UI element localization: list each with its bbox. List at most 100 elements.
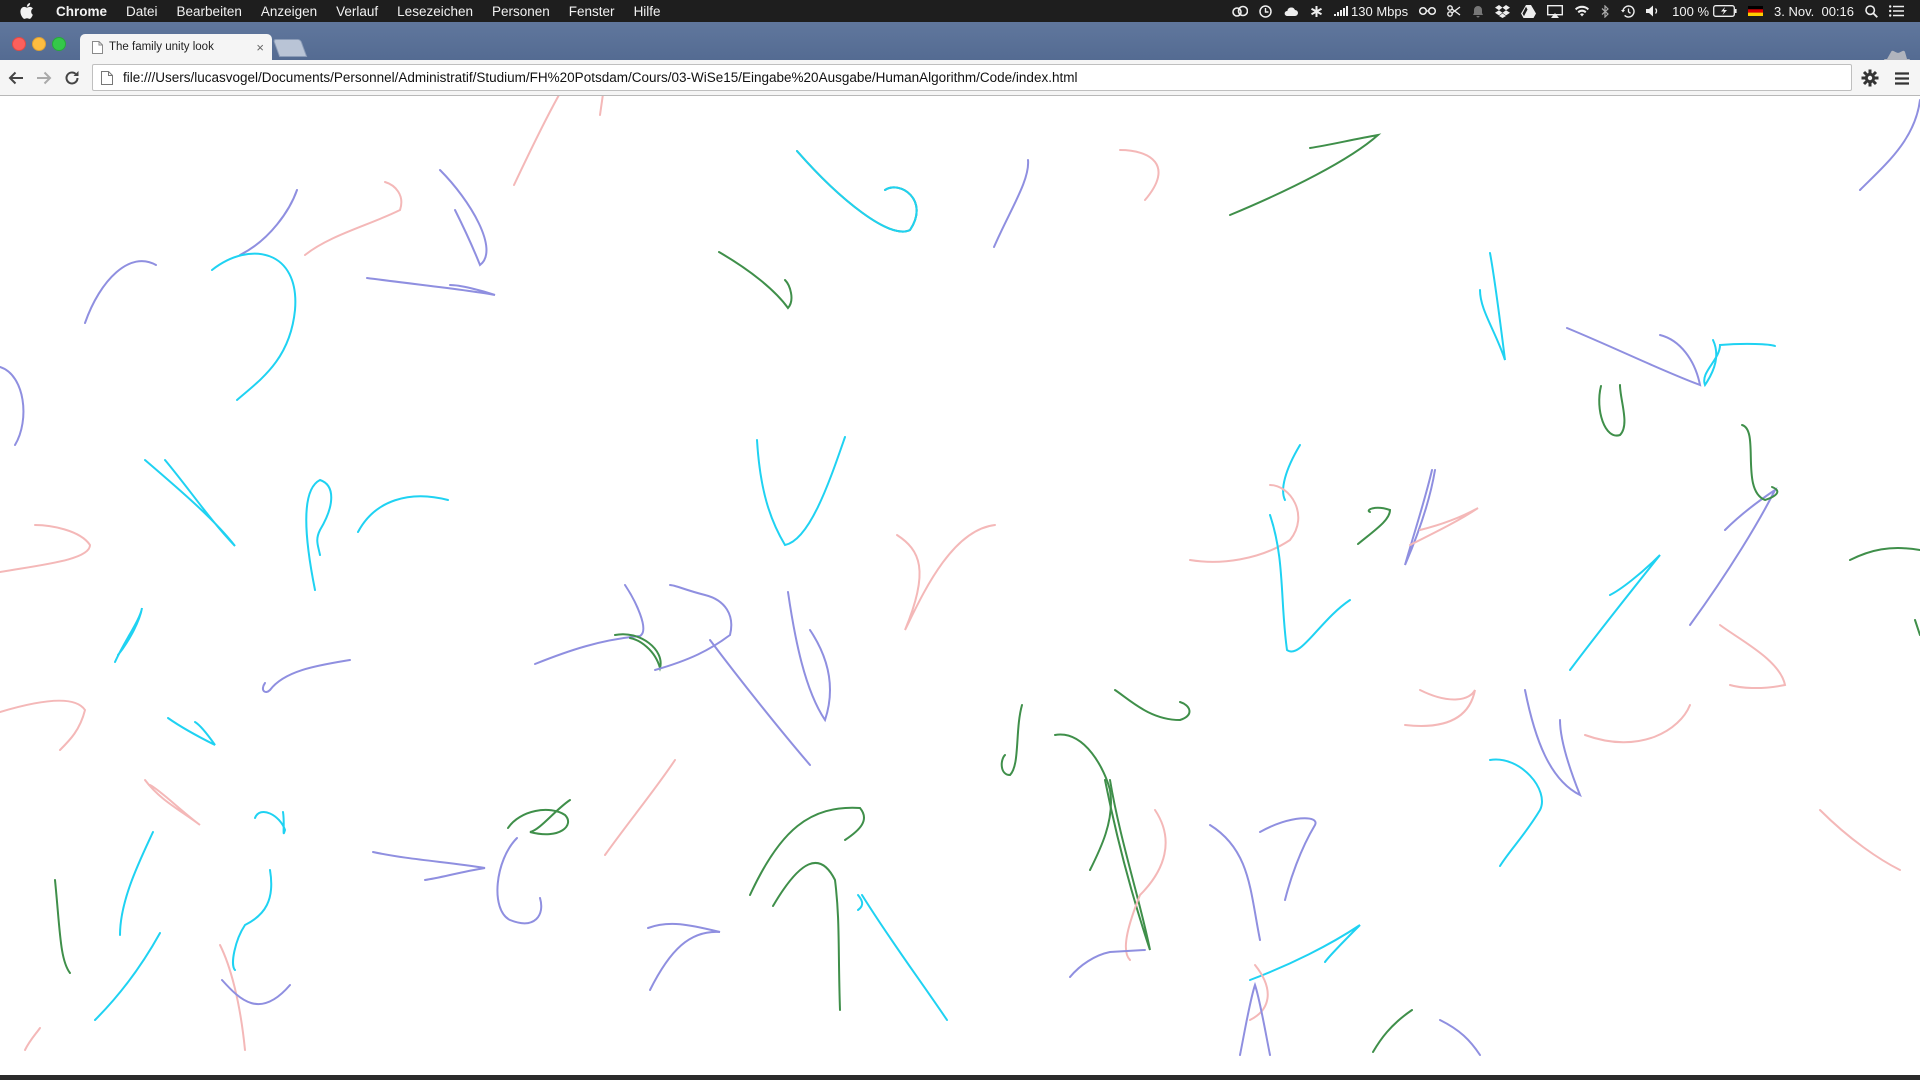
drawn-stroke <box>1054 733 1112 871</box>
browser-toolbar: file:///Users/lucasvogel/Documents/Perso… <box>0 60 1920 96</box>
window-close-button[interactable] <box>12 37 26 51</box>
drawn-stroke <box>604 759 676 856</box>
battery-status[interactable]: 100 % <box>1672 4 1737 19</box>
drawn-stroke <box>1819 809 1901 871</box>
menu-fenster[interactable]: Fenster <box>569 4 615 19</box>
drawn-stroke <box>796 150 918 233</box>
german-flag-icon[interactable] <box>1748 6 1764 16</box>
drawn-stroke <box>261 659 351 693</box>
window-zoom-button[interactable] <box>52 37 66 51</box>
drawn-stroke <box>304 181 403 256</box>
drawn-stroke <box>144 459 236 547</box>
window-bottom-edge <box>0 1075 1920 1080</box>
drawn-stroke <box>772 861 841 1011</box>
settings-gear-icon[interactable] <box>1860 68 1880 88</box>
drawn-stroke <box>372 851 486 881</box>
drawn-stroke <box>144 779 201 826</box>
drawing-canvas[interactable] <box>0 96 1920 1080</box>
drawn-stroke <box>861 894 948 1021</box>
menu-app-chrome[interactable]: Chrome <box>56 4 107 19</box>
drawn-stroke <box>366 277 496 296</box>
battery-percent: 100 % <box>1672 3 1710 19</box>
drawn-stroke <box>496 837 543 925</box>
sync-clock-icon[interactable] <box>1259 4 1272 18</box>
clock[interactable]: 3. Nov. 00:16 <box>1774 4 1854 19</box>
drawn-stroke <box>1598 384 1626 437</box>
page-favicon-icon <box>92 40 103 54</box>
drawn-stroke <box>896 524 996 631</box>
drawn-stroke <box>1069 949 1146 978</box>
bluetooth-icon[interactable] <box>1601 4 1610 18</box>
asterisk-icon[interactable] <box>1310 5 1323 18</box>
drawn-stroke <box>221 979 291 1006</box>
menu-verlauf[interactable]: Verlauf <box>336 4 378 19</box>
tab-close-icon[interactable]: × <box>256 41 264 54</box>
forward-arrow-icon[interactable] <box>34 68 54 88</box>
drawn-stroke <box>756 436 846 547</box>
glasses-icon[interactable] <box>1419 6 1437 16</box>
network-speed-value: 130 Mbps <box>1351 3 1409 19</box>
drawn-stroke <box>254 811 287 835</box>
airplay-icon[interactable] <box>1547 4 1564 18</box>
drawn-stroke <box>709 639 811 766</box>
menu-hilfe[interactable]: Hilfe <box>634 4 661 19</box>
menu-datei[interactable]: Datei <box>126 4 158 19</box>
tab-title: The family unity look <box>109 41 214 53</box>
drawn-stroke <box>993 159 1030 248</box>
drawn-stroke <box>513 96 560 186</box>
drawn-stroke <box>1569 554 1661 671</box>
drawn-stroke <box>1269 514 1351 653</box>
window-minimize-button[interactable] <box>32 37 46 51</box>
status-area: 130 Mbps 100 % 3. Nov. 00:16 <box>1221 0 1920 22</box>
volume-icon[interactable] <box>1646 5 1661 17</box>
drawn-stroke <box>1114 689 1191 722</box>
drawn-stroke <box>1259 817 1317 901</box>
bell-icon[interactable] <box>1472 5 1484 18</box>
drawn-stroke <box>0 366 25 446</box>
notification-center-icon[interactable] <box>1889 5 1904 17</box>
menu-personen[interactable]: Personen <box>492 4 550 19</box>
drawn-stroke <box>1000 704 1023 777</box>
drawn-stroke <box>718 251 793 310</box>
creative-cloud-icon[interactable] <box>1232 5 1249 17</box>
cloud-upload-icon[interactable] <box>1283 5 1299 18</box>
menu-anzeigen[interactable]: Anzeigen <box>261 4 317 19</box>
reload-icon[interactable] <box>62 68 82 88</box>
drawn-stroke <box>599 96 604 116</box>
drawn-stroke <box>1703 339 1776 388</box>
drawn-stroke <box>1209 824 1261 941</box>
menu-bar: Chrome Datei Bearbeiten Anzeigen Verlauf… <box>0 0 1920 22</box>
drawn-stroke <box>0 524 92 573</box>
dropbox-icon[interactable] <box>1495 4 1511 18</box>
page-content <box>0 96 1920 1080</box>
time-machine-icon[interactable] <box>1621 4 1635 18</box>
new-tab-button[interactable] <box>272 39 308 57</box>
drawn-stroke <box>232 869 273 971</box>
drawn-stroke <box>1849 547 1920 561</box>
page-icon <box>101 70 113 85</box>
drawn-stroke <box>1229 133 1382 216</box>
drawn-stroke <box>239 189 298 256</box>
battery-icon <box>1713 5 1737 17</box>
apple-menu-icon[interactable] <box>20 3 34 19</box>
drawn-stroke <box>1249 924 1361 981</box>
back-arrow-icon[interactable] <box>6 68 26 88</box>
drawn-stroke <box>647 922 721 991</box>
spotlight-search-icon[interactable] <box>1865 4 1878 18</box>
menu-bearbeiten[interactable]: Bearbeiten <box>177 4 242 19</box>
menu-lesezeichen[interactable]: Lesezeichen <box>397 4 473 19</box>
drawn-stroke <box>439 169 488 267</box>
tab-strip: The family unity look × <box>0 22 1920 78</box>
chrome-menu-icon[interactable] <box>1892 68 1912 88</box>
drawn-stroke <box>1584 704 1691 744</box>
drawn-stroke <box>114 607 143 663</box>
wifi-icon[interactable] <box>1574 5 1590 17</box>
google-drive-icon[interactable] <box>1521 4 1537 18</box>
drawn-stroke <box>305 478 333 591</box>
tab-active[interactable]: The family unity look × <box>80 34 272 60</box>
drawn-stroke <box>0 699 87 751</box>
drawn-stroke <box>54 879 71 974</box>
scissors-icon[interactable] <box>1447 5 1461 17</box>
network-speed[interactable]: 130 Mbps <box>1334 4 1408 19</box>
address-bar[interactable]: file:///Users/lucasvogel/Documents/Perso… <box>92 64 1852 91</box>
